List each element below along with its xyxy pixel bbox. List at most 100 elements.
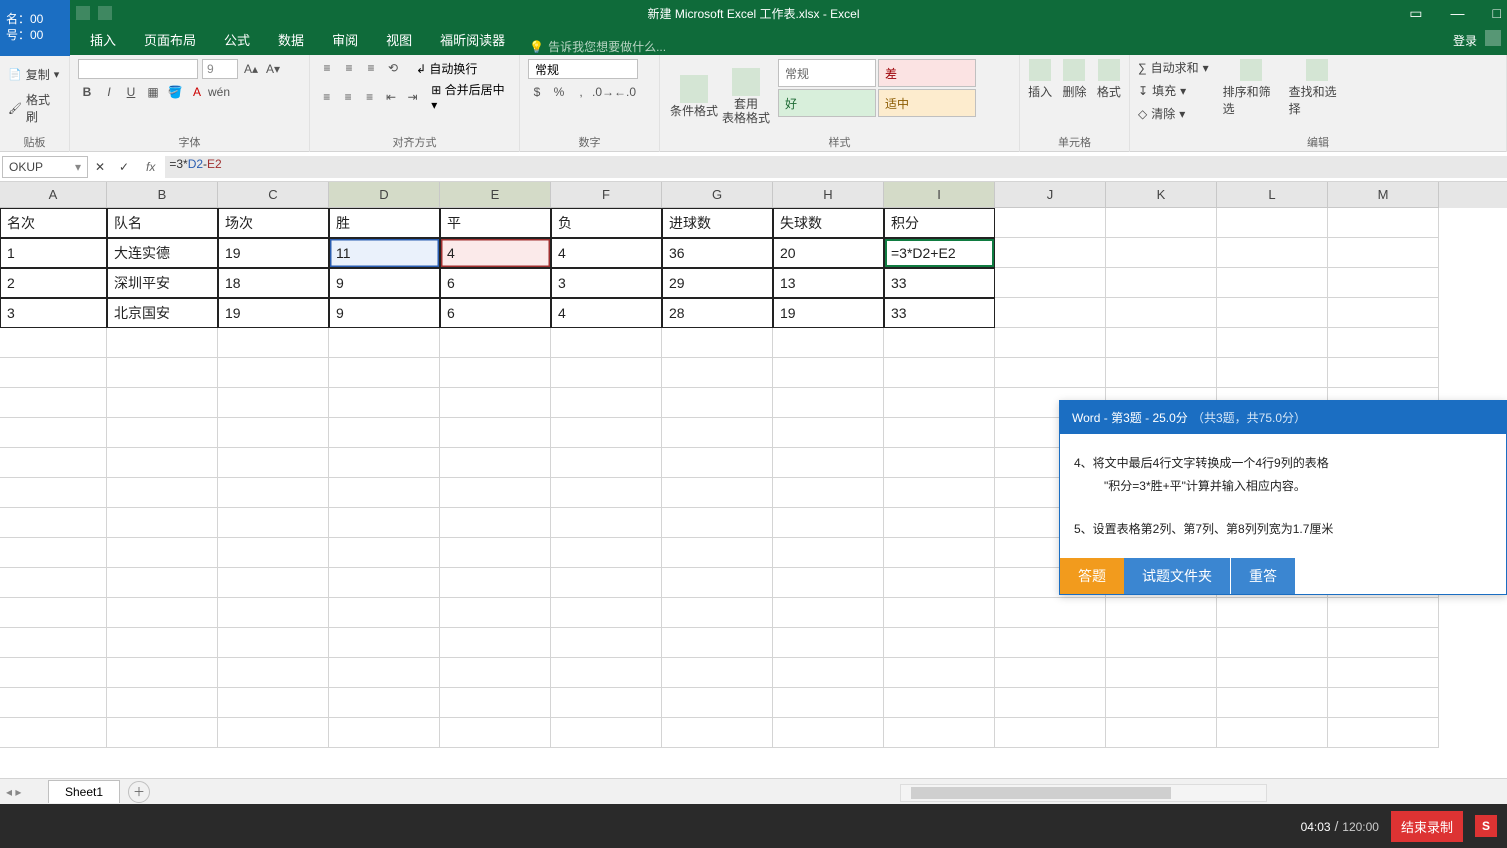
- cell[interactable]: 33: [884, 268, 995, 298]
- cell[interactable]: [440, 568, 551, 598]
- increase-font-icon[interactable]: A▴: [242, 60, 260, 78]
- cell[interactable]: [1106, 208, 1217, 238]
- cell[interactable]: 28: [662, 298, 773, 328]
- formula-input[interactable]: =3*D2-E2: [165, 156, 1507, 178]
- table-format-button[interactable]: 套用 表格格式: [720, 59, 772, 134]
- cell[interactable]: [1106, 628, 1217, 658]
- cell[interactable]: [218, 388, 329, 418]
- col-header-A[interactable]: A: [0, 182, 107, 208]
- cell[interactable]: 场次: [218, 208, 329, 238]
- cell[interactable]: [440, 688, 551, 718]
- cell[interactable]: [1217, 718, 1328, 748]
- cell[interactable]: 4: [551, 238, 662, 268]
- cell[interactable]: [0, 628, 107, 658]
- cell[interactable]: [0, 508, 107, 538]
- name-box[interactable]: OKUP▾: [2, 156, 88, 178]
- cell[interactable]: 3: [551, 268, 662, 298]
- col-header-E[interactable]: E: [440, 182, 551, 208]
- align-middle-icon[interactable]: ≡: [340, 59, 358, 77]
- cell[interactable]: [551, 688, 662, 718]
- style-normal[interactable]: 常规: [778, 59, 876, 87]
- col-header-G[interactable]: G: [662, 182, 773, 208]
- cell[interactable]: [1328, 358, 1439, 388]
- cell[interactable]: [1217, 238, 1328, 268]
- font-size-combo[interactable]: 9: [202, 59, 238, 79]
- comma-icon[interactable]: ,: [572, 83, 590, 101]
- cell[interactable]: [884, 478, 995, 508]
- cell[interactable]: [662, 718, 773, 748]
- cell[interactable]: [1217, 598, 1328, 628]
- fill-color-icon[interactable]: 🪣: [166, 83, 184, 101]
- format-painter-button[interactable]: 🖌 格式刷: [8, 93, 61, 123]
- number-format-combo[interactable]: 常规: [528, 59, 638, 79]
- cell[interactable]: [551, 538, 662, 568]
- cell[interactable]: [218, 418, 329, 448]
- cell[interactable]: [773, 388, 884, 418]
- underline-icon[interactable]: U: [122, 83, 140, 101]
- cell[interactable]: 名次: [0, 208, 107, 238]
- cell[interactable]: [773, 658, 884, 688]
- cell[interactable]: [1328, 298, 1439, 328]
- tell-me[interactable]: 💡 告诉我您想要做什么...: [529, 38, 666, 55]
- cell[interactable]: [0, 328, 107, 358]
- cell[interactable]: [995, 328, 1106, 358]
- cell[interactable]: [773, 448, 884, 478]
- wrap-text-button[interactable]: ↲ 自动换行: [416, 60, 477, 77]
- cell[interactable]: [773, 358, 884, 388]
- cell[interactable]: [1217, 688, 1328, 718]
- cell[interactable]: [662, 568, 773, 598]
- cell[interactable]: [551, 718, 662, 748]
- format-button[interactable]: 格式: [1097, 59, 1121, 100]
- cell[interactable]: [551, 508, 662, 538]
- cell[interactable]: 33: [884, 298, 995, 328]
- cell[interactable]: 20: [773, 238, 884, 268]
- cell[interactable]: [551, 658, 662, 688]
- cell[interactable]: [107, 628, 218, 658]
- merge-button[interactable]: ⊞ 合并后居中 ▾: [431, 81, 511, 112]
- cell[interactable]: [107, 598, 218, 628]
- cell[interactable]: [107, 478, 218, 508]
- maximize-icon[interactable]: □: [1493, 5, 1501, 22]
- align-top-icon[interactable]: ≡: [318, 59, 336, 77]
- cell[interactable]: 2: [0, 268, 107, 298]
- cell[interactable]: [773, 328, 884, 358]
- cell[interactable]: [329, 358, 440, 388]
- cell[interactable]: [995, 598, 1106, 628]
- cell[interactable]: [884, 448, 995, 478]
- cell[interactable]: [218, 568, 329, 598]
- cell[interactable]: 平: [440, 208, 551, 238]
- cell[interactable]: [440, 388, 551, 418]
- cell[interactable]: [218, 628, 329, 658]
- cell[interactable]: [107, 328, 218, 358]
- style-good[interactable]: 好: [778, 89, 876, 117]
- cell[interactable]: [440, 478, 551, 508]
- cell[interactable]: [1328, 238, 1439, 268]
- cell[interactable]: [107, 658, 218, 688]
- cell[interactable]: [218, 358, 329, 388]
- tab-foxit[interactable]: 福昕阅读器: [426, 24, 519, 55]
- cell[interactable]: [662, 688, 773, 718]
- align-right-icon[interactable]: ≡: [361, 88, 378, 106]
- cell[interactable]: [329, 508, 440, 538]
- cell[interactable]: [329, 478, 440, 508]
- cell[interactable]: [551, 598, 662, 628]
- cell[interactable]: [107, 508, 218, 538]
- cell[interactable]: [662, 628, 773, 658]
- cell[interactable]: [440, 538, 551, 568]
- cell[interactable]: [440, 508, 551, 538]
- cell[interactable]: [1217, 208, 1328, 238]
- cell[interactable]: [107, 718, 218, 748]
- cell[interactable]: [1328, 598, 1439, 628]
- cell[interactable]: [1217, 628, 1328, 658]
- autosum-button[interactable]: ∑ 自动求和 ▾: [1138, 59, 1209, 76]
- cell[interactable]: [773, 418, 884, 448]
- cell[interactable]: 4: [551, 298, 662, 328]
- col-header-H[interactable]: H: [773, 182, 884, 208]
- indent-inc-icon[interactable]: ⇥: [404, 88, 421, 106]
- cell[interactable]: [1106, 688, 1217, 718]
- cell[interactable]: 3: [0, 298, 107, 328]
- cell[interactable]: [329, 598, 440, 628]
- cell[interactable]: 队名: [107, 208, 218, 238]
- cell[interactable]: [995, 628, 1106, 658]
- find-select-button[interactable]: 查找和选择: [1289, 59, 1345, 134]
